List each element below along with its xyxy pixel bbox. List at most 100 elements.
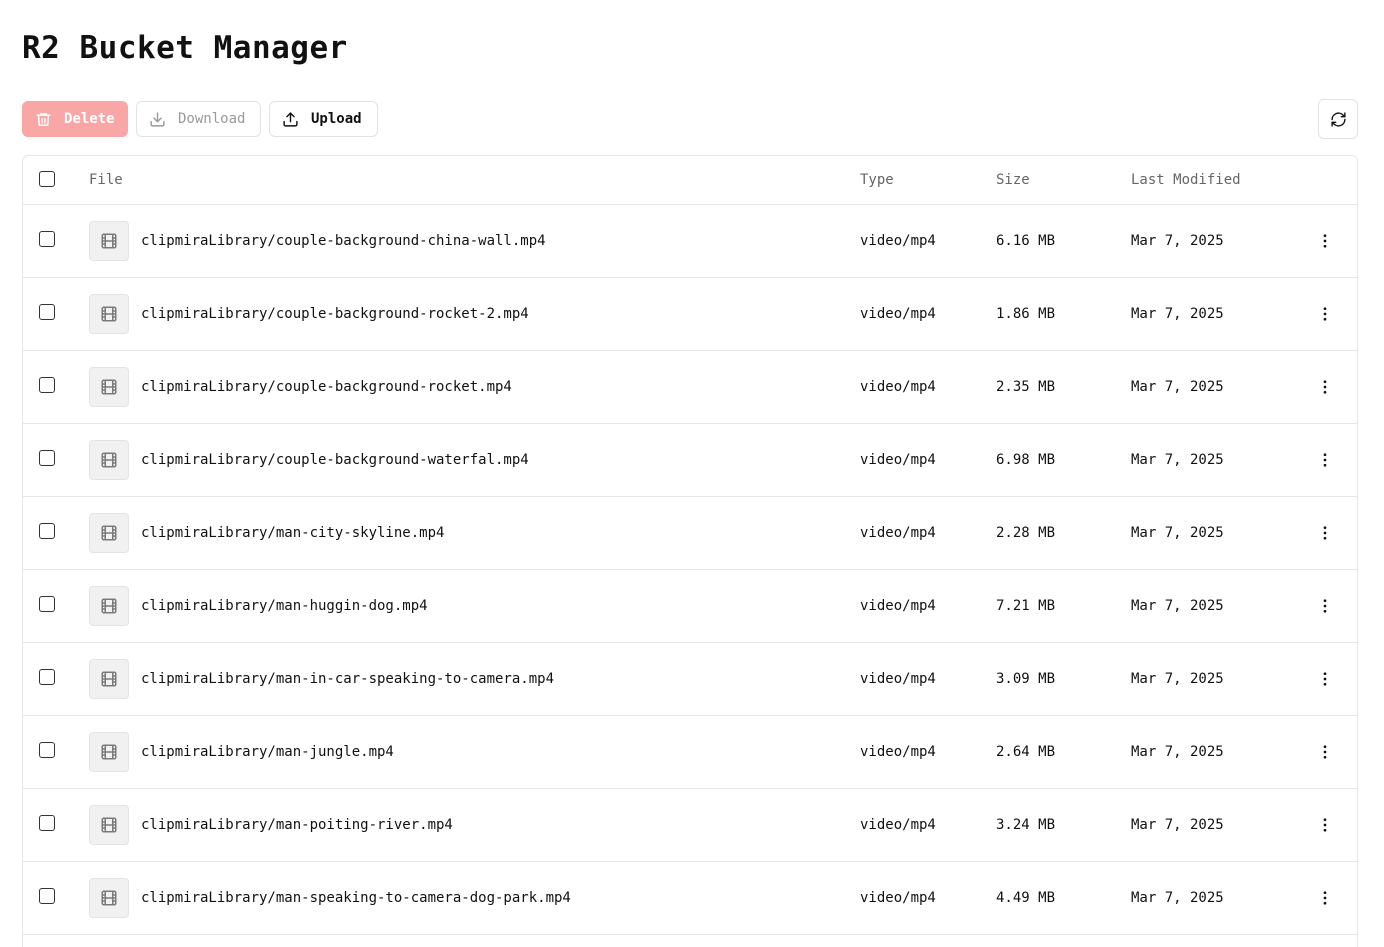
- video-file-icon: [89, 513, 129, 553]
- more-options-icon[interactable]: [1313, 886, 1337, 910]
- file-size: 4.49 MB: [996, 890, 1056, 906]
- file-type: video/mp4: [860, 671, 936, 687]
- file-type: video/mp4: [860, 744, 936, 760]
- more-options-icon[interactable]: [1313, 448, 1337, 472]
- file-type: video/mp4: [860, 306, 936, 322]
- delete-button[interactable]: Delete: [22, 101, 128, 137]
- column-header-size[interactable]: Size: [996, 156, 1030, 205]
- file-type: video/mp4: [860, 598, 936, 614]
- file-name[interactable]: clipmiraLibrary/man-speaking-to-camera-d…: [141, 862, 571, 935]
- file-name[interactable]: clipmiraLibrary/couple-background-rocket…: [141, 351, 512, 424]
- video-file-icon: [89, 805, 129, 845]
- refresh-icon: [1330, 111, 1347, 128]
- video-file-icon: [89, 367, 129, 407]
- file-name[interactable]: clipmiraLibrary/couple-background-china-…: [141, 205, 546, 278]
- video-file-icon: [89, 294, 129, 334]
- file-size: 2.28 MB: [996, 525, 1056, 541]
- upload-icon: [282, 111, 299, 128]
- row-checkbox[interactable]: [39, 815, 55, 831]
- table-row[interactable]: clipmiraLibrary/man-in-car-speaking-to-c…: [23, 643, 1357, 716]
- table-row[interactable]: clipmiraLibrary/man-speaking-to-camera-d…: [23, 862, 1357, 935]
- more-options-icon[interactable]: [1313, 740, 1337, 764]
- file-type: video/mp4: [860, 452, 936, 468]
- trash-icon: [35, 111, 52, 128]
- file-last-modified: Mar 7, 2025: [1131, 744, 1224, 760]
- row-checkbox[interactable]: [39, 596, 55, 612]
- delete-label: Delete: [64, 111, 115, 127]
- file-last-modified: Mar 7, 2025: [1131, 452, 1224, 468]
- file-size: 3.24 MB: [996, 817, 1056, 833]
- file-last-modified: Mar 7, 2025: [1131, 671, 1224, 687]
- video-file-icon: [89, 440, 129, 480]
- select-all-checkbox[interactable]: [39, 171, 55, 187]
- video-file-icon: [89, 878, 129, 918]
- file-size: 3.09 MB: [996, 671, 1056, 687]
- video-file-icon: [89, 732, 129, 772]
- file-type: video/mp4: [860, 525, 936, 541]
- table-row[interactable]: clipmiraLibrary/couple-background-rocket…: [23, 351, 1357, 424]
- upload-label: Upload: [311, 111, 362, 127]
- row-checkbox[interactable]: [39, 304, 55, 320]
- table-row[interactable]: clipmiraLibrary/man-city-skyline.mp4 vide…: [23, 497, 1357, 570]
- row-checkbox[interactable]: [39, 669, 55, 685]
- more-options-icon[interactable]: [1313, 229, 1337, 253]
- more-options-icon[interactable]: [1313, 302, 1337, 326]
- file-type: video/mp4: [860, 817, 936, 833]
- table-row[interactable]: clipmiraLibrary/man-jungle.mp4 video/mp4 2…: [23, 716, 1357, 789]
- table-row[interactable]: clipmiraLibrary/man-huggin-dog.mp4 video/…: [23, 570, 1357, 643]
- row-checkbox[interactable]: [39, 523, 55, 539]
- refresh-button[interactable]: [1318, 99, 1358, 139]
- file-name[interactable]: clipmiraLibrary/man-jungle.mp4: [141, 716, 394, 789]
- file-last-modified: Mar 7, 2025: [1131, 598, 1224, 614]
- file-last-modified: Mar 7, 2025: [1131, 525, 1224, 541]
- page-title: R2 Bucket Manager: [22, 30, 348, 66]
- row-checkbox[interactable]: [39, 742, 55, 758]
- file-name[interactable]: clipmiraLibrary/man-huggin-dog.mp4: [141, 570, 428, 643]
- file-last-modified: Mar 7, 2025: [1131, 379, 1224, 395]
- video-file-icon: [89, 586, 129, 626]
- file-size: 6.98 MB: [996, 452, 1056, 468]
- file-size: 2.35 MB: [996, 379, 1056, 395]
- file-name[interactable]: clipmiraLibrary/couple-background-rocket…: [141, 278, 529, 351]
- row-checkbox[interactable]: [39, 377, 55, 393]
- file-size: 1.86 MB: [996, 306, 1056, 322]
- file-size: 6.16 MB: [996, 233, 1056, 249]
- more-options-icon[interactable]: [1313, 375, 1337, 399]
- file-last-modified: Mar 7, 2025: [1131, 890, 1224, 906]
- table-row[interactable]: clipmiraLibrary/couple-background-china-…: [23, 205, 1357, 278]
- table-header: File Type Size Last Modified: [23, 156, 1357, 205]
- file-type: video/mp4: [860, 233, 936, 249]
- table-row[interactable]: clipmiraLibrary/man-poiting-river.mp4 vid…: [23, 789, 1357, 862]
- file-size: 2.64 MB: [996, 744, 1056, 760]
- file-name[interactable]: clipmiraLibrary/man-city-skyline.mp4: [141, 497, 444, 570]
- video-file-icon: [89, 221, 129, 261]
- row-checkbox[interactable]: [39, 888, 55, 904]
- download-button[interactable]: Download: [136, 101, 261, 137]
- table-row[interactable]: clipmiraLibrary/couple-background-rocket…: [23, 278, 1357, 351]
- file-name[interactable]: clipmiraLibrary/man-poiting-river.mp4: [141, 789, 453, 862]
- file-last-modified: Mar 7, 2025: [1131, 306, 1224, 322]
- file-name[interactable]: clipmiraLibrary/couple-background-waterf…: [141, 424, 529, 497]
- more-options-icon[interactable]: [1313, 521, 1337, 545]
- file-type: video/mp4: [860, 890, 936, 906]
- download-label: Download: [178, 111, 246, 127]
- column-header-type[interactable]: Type: [860, 156, 894, 205]
- file-size: 7.21 MB: [996, 598, 1056, 614]
- r2-bucket-manager-page: R2 Bucket Manager Delete Download Upload: [0, 0, 1384, 947]
- upload-button[interactable]: Upload: [269, 101, 378, 137]
- download-icon: [149, 111, 166, 128]
- file-name[interactable]: clipmiraLibrary/man-in-car-speaking-to-c…: [141, 643, 554, 716]
- more-options-icon[interactable]: [1313, 594, 1337, 618]
- column-header-last-modified[interactable]: Last Modified: [1131, 156, 1241, 205]
- video-file-icon: [89, 659, 129, 699]
- file-last-modified: Mar 7, 2025: [1131, 233, 1224, 249]
- files-table: File Type Size Last Modified clipmiraLib…: [22, 155, 1358, 947]
- row-checkbox[interactable]: [39, 450, 55, 466]
- column-header-file[interactable]: File: [89, 156, 123, 205]
- row-checkbox[interactable]: [39, 231, 55, 247]
- file-type: video/mp4: [860, 379, 936, 395]
- table-row[interactable]: clipmiraLibrary/couple-background-waterf…: [23, 424, 1357, 497]
- more-options-icon[interactable]: [1313, 813, 1337, 837]
- file-last-modified: Mar 7, 2025: [1131, 817, 1224, 833]
- more-options-icon[interactable]: [1313, 667, 1337, 691]
